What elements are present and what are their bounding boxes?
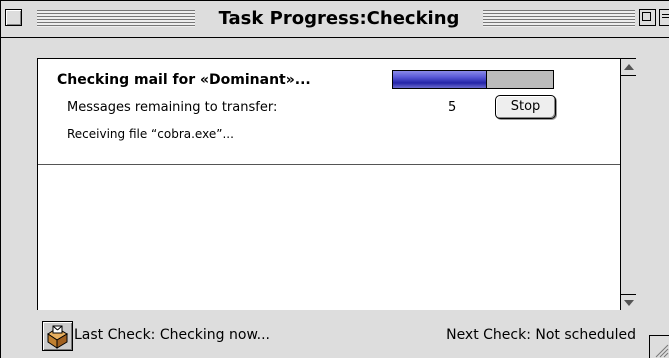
- window-title: Task Progress:Checking: [195, 1, 483, 37]
- scroll-up-arrow-icon[interactable]: [621, 59, 636, 76]
- task-list: Checking mail for «Dominant»... Messages…: [37, 58, 636, 312]
- collapse-box-icon[interactable]: [659, 9, 669, 26]
- mailbox-icon[interactable]: [42, 321, 73, 351]
- progress-bar: [392, 70, 554, 89]
- close-box-icon[interactable]: [5, 9, 22, 26]
- receiving-file-text: Receiving file “cobra.exe”...: [67, 127, 234, 141]
- messages-remaining-count: 5: [448, 100, 457, 115]
- title-bar-stripes-right: [483, 10, 635, 27]
- messages-remaining-label: Messages remaining to transfer:: [67, 100, 278, 115]
- task-heading: Checking mail for «Dominant»...: [57, 72, 311, 88]
- vertical-scrollbar[interactable]: [620, 59, 636, 311]
- task-progress-window: Task Progress:Checking Checking mail for…: [0, 0, 669, 358]
- title-bar[interactable]: Task Progress:Checking: [1, 1, 669, 38]
- title-bar-stripes-left: [37, 10, 195, 27]
- scroll-down-arrow-icon[interactable]: [621, 294, 636, 311]
- next-check-status: Next Check: Not scheduled: [446, 327, 636, 343]
- resize-grip-icon[interactable]: [649, 335, 669, 358]
- progress-bar-fill: [393, 71, 487, 88]
- stop-button[interactable]: Stop: [495, 95, 556, 119]
- last-check-status: Last Check: Checking now...: [74, 327, 270, 343]
- zoom-box-icon[interactable]: [639, 9, 656, 26]
- scroll-track[interactable]: [621, 76, 636, 294]
- task-row: Checking mail for «Dominant»... Messages…: [38, 59, 635, 165]
